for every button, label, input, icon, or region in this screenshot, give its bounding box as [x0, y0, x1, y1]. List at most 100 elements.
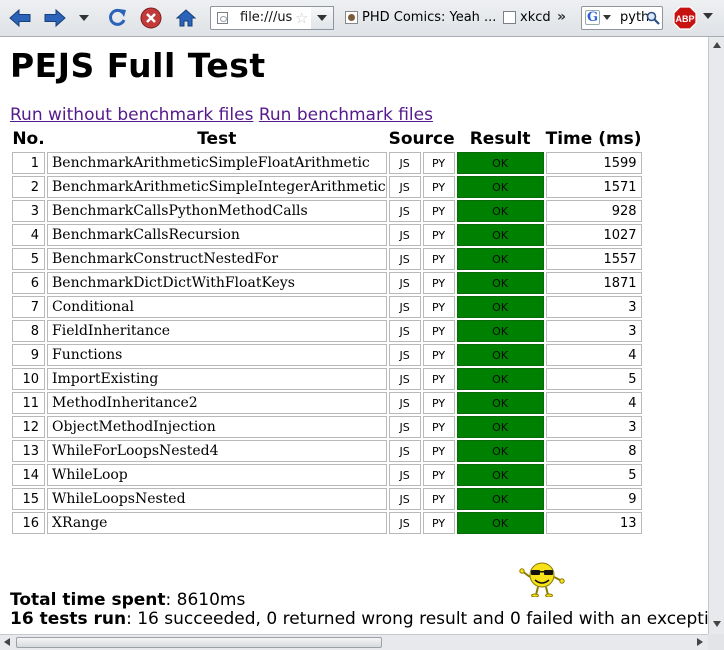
- test-name: BenchmarkArithmeticSimpleIntegerArithmet…: [47, 176, 387, 198]
- scroll-left-arrow-icon[interactable]: [4, 638, 10, 646]
- total-time-value: : 8610ms: [165, 590, 246, 610]
- source-js-link[interactable]: JS: [399, 493, 409, 506]
- home-button[interactable]: [174, 6, 198, 30]
- bookmark-phd-comics[interactable]: PHD Comics: Yeah ...: [345, 10, 496, 25]
- scroll-right-arrow-icon[interactable]: [697, 638, 703, 646]
- bookmarks-overflow-button[interactable]: »: [557, 9, 566, 25]
- scroll-down-arrow-icon[interactable]: [713, 621, 721, 627]
- time-ms: 928: [545, 200, 642, 222]
- source-js-link[interactable]: JS: [399, 181, 409, 194]
- result-status: OK: [456, 176, 544, 198]
- bookmark-xkcd[interactable]: xkcd: [503, 10, 551, 25]
- bookmark-label: xkcd: [520, 10, 551, 25]
- table-row: 5 BenchmarkConstructNestedFor JS PY OK 1557: [12, 248, 642, 270]
- source-py-link[interactable]: PY: [432, 397, 445, 410]
- source-js-link[interactable]: JS: [399, 253, 409, 266]
- source-js-link[interactable]: JS: [399, 373, 409, 386]
- test-name: BenchmarkDictDictWithFloatKeys: [47, 272, 387, 294]
- test-name: FieldInheritance: [47, 320, 387, 342]
- source-py-cell: PY: [422, 488, 455, 510]
- test-name: Conditional: [47, 296, 387, 318]
- source-py-link[interactable]: PY: [432, 277, 445, 290]
- source-js-cell: JS: [388, 296, 421, 318]
- google-icon[interactable]: G: [585, 10, 600, 25]
- scrollbar-thumb[interactable]: [16, 637, 382, 648]
- source-py-link[interactable]: PY: [432, 445, 445, 458]
- test-number: 3: [12, 200, 45, 222]
- source-py-link[interactable]: PY: [432, 493, 445, 506]
- cool-smiley-icon: [519, 562, 565, 597]
- source-js-link[interactable]: JS: [399, 205, 409, 218]
- source-py-link[interactable]: PY: [432, 373, 445, 386]
- source-js-cell: JS: [388, 464, 421, 486]
- source-py-link[interactable]: PY: [432, 301, 445, 314]
- source-js-link[interactable]: JS: [399, 517, 409, 530]
- reload-button[interactable]: [105, 6, 129, 30]
- source-js-link[interactable]: JS: [399, 229, 409, 242]
- test-number: 1: [12, 152, 45, 174]
- source-js-link[interactable]: JS: [399, 397, 409, 410]
- source-py-link[interactable]: PY: [432, 253, 445, 266]
- time-ms: 1571: [545, 176, 642, 198]
- run-without-benchmark-link[interactable]: Run without benchmark files: [10, 105, 253, 125]
- result-status: OK: [456, 440, 544, 462]
- test-name: XRange: [47, 512, 387, 534]
- result-status: OK: [456, 368, 544, 390]
- reload-icon: [109, 8, 126, 26]
- source-py-link[interactable]: PY: [432, 157, 445, 170]
- table-row: 8 FieldInheritance JS PY OK 3: [12, 320, 642, 342]
- url-text[interactable]: file:///us: [240, 10, 300, 25]
- source-js-link[interactable]: JS: [399, 325, 409, 338]
- star-icon[interactable]: ☆: [295, 9, 308, 27]
- source-js-link[interactable]: JS: [399, 421, 409, 434]
- source-js-link[interactable]: JS: [399, 277, 409, 290]
- source-py-cell: PY: [422, 320, 455, 342]
- source-js-link[interactable]: JS: [399, 349, 409, 362]
- time-ms: 1871: [545, 272, 642, 294]
- source-py-link[interactable]: PY: [432, 181, 445, 194]
- test-number: 2: [12, 176, 45, 198]
- forward-button[interactable]: [43, 6, 67, 30]
- source-py-link[interactable]: PY: [432, 229, 445, 242]
- page-content: PEJS Full Test Run without benchmark fil…: [0, 38, 708, 634]
- source-py-cell: PY: [422, 440, 455, 462]
- source-js-link[interactable]: JS: [399, 469, 409, 482]
- source-js-link[interactable]: JS: [399, 301, 409, 314]
- source-py-link[interactable]: PY: [432, 325, 445, 338]
- source-js-cell: JS: [388, 416, 421, 438]
- test-name: BenchmarkCallsPythonMethodCalls: [47, 200, 387, 222]
- url-dropdown-button[interactable]: [311, 6, 334, 30]
- search-input[interactable]: pyth: [620, 10, 648, 25]
- table-row: 3 BenchmarkCallsPythonMethodCalls JS PY OK 92…: [12, 200, 642, 222]
- result-status: OK: [456, 512, 544, 534]
- run-benchmark-link[interactable]: Run benchmark files: [259, 105, 433, 125]
- stop-button[interactable]: [139, 6, 163, 30]
- source-js-link[interactable]: JS: [399, 157, 409, 170]
- source-py-link[interactable]: PY: [432, 421, 445, 434]
- chevron-down-icon[interactable]: [703, 13, 713, 19]
- source-py-link[interactable]: PY: [432, 517, 445, 530]
- time-ms: 1599: [545, 152, 642, 174]
- search-icon[interactable]: [646, 11, 660, 25]
- chevron-down-icon[interactable]: [603, 15, 611, 20]
- search-bar[interactable]: G pyth: [581, 6, 663, 30]
- source-js-cell: JS: [388, 176, 421, 198]
- source-js-link[interactable]: JS: [399, 445, 409, 458]
- test-name: Functions: [47, 344, 387, 366]
- result-status: OK: [456, 200, 544, 222]
- back-button[interactable]: [8, 6, 32, 30]
- horizontal-scrollbar[interactable]: [0, 634, 708, 650]
- header-time: Time (ms): [545, 129, 642, 149]
- source-py-link[interactable]: PY: [432, 205, 445, 218]
- source-py-link[interactable]: PY: [432, 469, 445, 482]
- history-dropdown[interactable]: [75, 6, 93, 30]
- page-title: PEJS Full Test: [10, 46, 266, 85]
- table-row: 1 BenchmarkArithmeticSimpleFloatArithmeti…: [12, 152, 642, 174]
- source-py-link[interactable]: PY: [432, 349, 445, 362]
- result-status: OK: [456, 344, 544, 366]
- scroll-up-arrow-icon[interactable]: [713, 42, 721, 48]
- vertical-scrollbar[interactable]: [708, 37, 724, 634]
- test-number: 5: [12, 248, 45, 270]
- table-row: 16 XRange JS PY OK 13: [12, 512, 642, 534]
- adblock-button[interactable]: ABP: [673, 6, 697, 30]
